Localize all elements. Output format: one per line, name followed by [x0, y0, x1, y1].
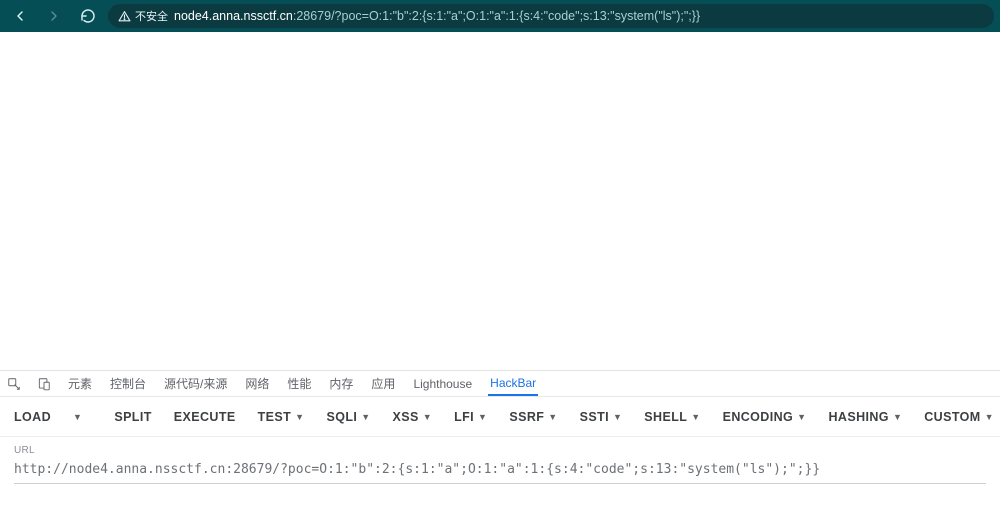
devtools-panel: 元素 控制台 源代码/来源 网络 性能 内存 应用 Lighthouse Hac…	[0, 370, 1000, 512]
hb-ssti[interactable]: SSTI▼	[580, 410, 623, 424]
reload-button[interactable]	[74, 2, 102, 30]
address-bar[interactable]: 不安全 node4.anna.nssctf.cn:28679/?poc=O:1:…	[108, 4, 994, 28]
tab-performance[interactable]: 性能	[285, 371, 313, 396]
url-path: :28679/?poc=O:1:"b":2:{s:1:"a";O:1:"a":1…	[293, 9, 700, 23]
url-host: node4.anna.nssctf.cn	[174, 9, 293, 23]
tab-network[interactable]: 网络	[243, 371, 271, 396]
hb-shell[interactable]: SHELL▼	[644, 410, 700, 424]
back-button[interactable]	[6, 2, 34, 30]
hb-ssrf[interactable]: SSRF▼	[509, 410, 557, 424]
hb-encoding[interactable]: ENCODING▼	[723, 410, 807, 424]
hb-custom[interactable]: CUSTOM▼	[924, 410, 994, 424]
device-toggle-icon[interactable]	[36, 376, 52, 392]
hb-load-dropdown[interactable]: ▼	[73, 412, 82, 422]
hb-execute[interactable]: EXECUTE	[174, 410, 236, 424]
hackbar-url-input[interactable]: http://node4.anna.nssctf.cn:28679/?poc=O…	[14, 458, 986, 484]
browser-toolbar: 不安全 node4.anna.nssctf.cn:28679/?poc=O:1:…	[0, 0, 1000, 32]
page-content	[0, 32, 1000, 370]
hb-lfi[interactable]: LFI▼	[454, 410, 487, 424]
url-display: node4.anna.nssctf.cn:28679/?poc=O:1:"b":…	[174, 9, 700, 23]
hackbar-url-label: URL	[14, 445, 986, 456]
hackbar-url-field: URL http://node4.anna.nssctf.cn:28679/?p…	[0, 437, 1000, 490]
warning-icon	[118, 10, 131, 23]
hb-test[interactable]: TEST▼	[258, 410, 305, 424]
hb-hashing[interactable]: HASHING▼	[828, 410, 902, 424]
insecure-label: 不安全	[135, 8, 168, 24]
forward-button[interactable]	[40, 2, 68, 30]
hb-split[interactable]: SPLIT	[114, 410, 151, 424]
tab-lighthouse[interactable]: Lighthouse	[411, 371, 474, 396]
hackbar-toolbar: LOAD ▼ SPLIT EXECUTE TEST▼ SQLI▼ XSS▼ LF…	[0, 397, 1000, 437]
hb-xss[interactable]: XSS▼	[393, 410, 433, 424]
tab-sources[interactable]: 源代码/来源	[162, 371, 229, 396]
insecure-badge: 不安全	[118, 8, 168, 24]
devtools-tabstrip: 元素 控制台 源代码/来源 网络 性能 内存 应用 Lighthouse Hac…	[0, 371, 1000, 397]
tab-console[interactable]: 控制台	[108, 371, 148, 396]
tab-memory[interactable]: 内存	[327, 371, 355, 396]
inspect-icon[interactable]	[6, 376, 22, 392]
tab-elements[interactable]: 元素	[66, 371, 94, 396]
hb-sqli[interactable]: SQLI▼	[326, 410, 370, 424]
tab-application[interactable]: 应用	[369, 371, 397, 396]
hb-load[interactable]: LOAD	[14, 410, 51, 424]
tab-hackbar[interactable]: HackBar	[488, 371, 538, 396]
